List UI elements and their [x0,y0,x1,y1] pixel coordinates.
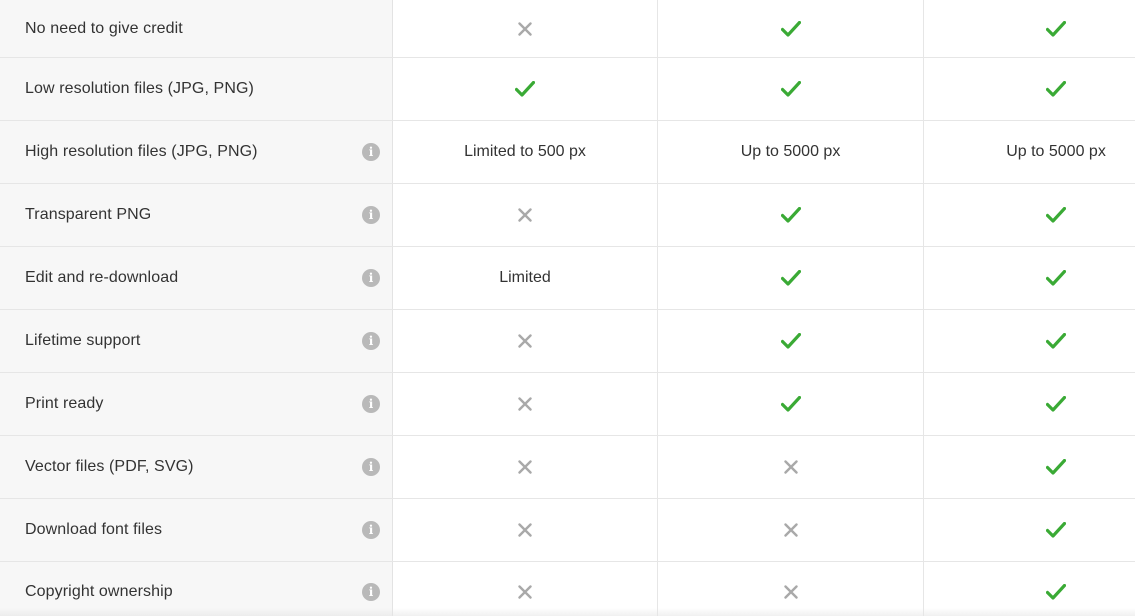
plan-cell-1 [393,436,658,498]
info-icon[interactable]: i [362,206,380,224]
table-row: Lifetime support i [0,310,1135,373]
plan-cell-1 [393,373,658,435]
check-icon [780,396,801,412]
info-icon[interactable]: i [362,458,380,476]
feature-cell: Vector files (PDF, SVG) i [0,436,393,498]
feature-label: High resolution files (JPG, PNG) [25,143,258,160]
cross-icon [518,460,532,474]
feature-cell: Print ready i [0,373,393,435]
plan-cell-3 [924,310,1134,372]
plan-cell-text: Up to 5000 px [740,143,841,160]
table-row: Edit and re-download i Limited [0,247,1135,310]
check-icon [780,81,801,97]
check-icon [1046,522,1066,538]
info-icon[interactable]: i [362,583,380,601]
feature-label: Print ready [25,395,104,412]
plan-cell-2: Up to 5000 px [658,121,924,183]
plan-cell-3 [924,436,1134,498]
feature-cell: Copyright ownership i [0,562,393,616]
plan-cell-3 [924,184,1134,246]
cross-icon [518,21,532,36]
cross-icon [518,208,532,222]
info-icon[interactable]: i [362,332,380,350]
plan-cell-1 [393,499,658,561]
feature-cell: Transparent PNG i [0,184,393,246]
check-icon [780,270,801,286]
plan-cell-1 [393,58,658,120]
feature-label: Vector files (PDF, SVG) [25,458,194,475]
table-row: No need to give credit [0,0,1135,58]
info-icon[interactable]: i [362,143,380,161]
feature-label: Low resolution files (JPG, PNG) [25,80,254,97]
plan-cell-1: Limited [393,247,658,309]
plan-cell-2 [658,247,924,309]
plan-cell-1 [393,562,658,616]
table-row: Download font files i [0,499,1135,562]
cross-icon [783,523,798,537]
plan-cell-3 [924,373,1134,435]
feature-comparison-table: No need to give credit Low resolution fil… [0,0,1135,616]
check-icon [1046,20,1066,37]
plan-cell-1: Limited to 500 px [393,121,658,183]
feature-cell: Lifetime support i [0,310,393,372]
check-icon [1046,459,1066,475]
feature-label: Transparent PNG [25,206,152,223]
table-row: Copyright ownership i [0,562,1135,616]
plan-cell-text: Limited to 500 px [464,143,586,160]
info-icon[interactable]: i [362,521,380,539]
check-icon [1046,333,1066,349]
plan-cell-1 [393,0,658,57]
plan-cell-3 [924,562,1134,616]
feature-label: Copyright ownership [25,583,173,600]
feature-cell: Download font files i [0,499,393,561]
plan-cell-3: Up to 5000 px [924,121,1134,183]
feature-label: Download font files [25,521,163,538]
plan-cell-2 [658,184,924,246]
plan-cell-3 [924,499,1134,561]
plan-cell-2 [658,310,924,372]
plan-cell-text: Limited [499,269,551,286]
feature-cell: High resolution files (JPG, PNG) i [0,121,393,183]
cross-icon [518,397,532,411]
feature-cell: Low resolution files (JPG, PNG) [0,58,393,120]
check-icon [515,81,535,97]
plan-cell-2 [658,0,924,57]
check-icon [780,20,801,37]
feature-cell: Edit and re-download i [0,247,393,309]
cross-icon [518,585,532,599]
table-row: Print ready i [0,373,1135,436]
plan-cell-3 [924,58,1134,120]
info-icon[interactable]: i [362,269,380,287]
feature-label: Edit and re-download [25,269,179,286]
plan-cell-2 [658,373,924,435]
feature-label: No need to give credit [25,19,183,37]
check-icon [1046,207,1066,223]
check-icon [1046,81,1066,97]
info-icon[interactable]: i [362,395,380,413]
check-icon [780,333,801,349]
table-row: Vector files (PDF, SVG) i [0,436,1135,499]
plan-cell-2 [658,58,924,120]
plan-cell-2 [658,436,924,498]
cross-icon [518,523,532,537]
plan-cell-3 [924,247,1134,309]
feature-label: Lifetime support [25,332,141,349]
plan-cell-2 [658,562,924,616]
plan-cell-3 [924,0,1134,57]
plan-cell-text: Up to 5000 px [1006,143,1106,160]
feature-cell: No need to give credit [0,0,393,57]
table-row: Low resolution files (JPG, PNG) [0,58,1135,121]
cross-icon [518,334,532,348]
check-icon [1046,270,1066,286]
cross-icon [783,585,798,599]
check-icon [1046,584,1066,600]
cross-icon [783,460,798,474]
plan-cell-1 [393,310,658,372]
table-row: High resolution files (JPG, PNG) i Limited… [0,121,1135,184]
check-icon [1046,396,1066,412]
plan-cell-1 [393,184,658,246]
plan-cell-2 [658,499,924,561]
table-row: Transparent PNG i [0,184,1135,247]
check-icon [780,207,801,223]
